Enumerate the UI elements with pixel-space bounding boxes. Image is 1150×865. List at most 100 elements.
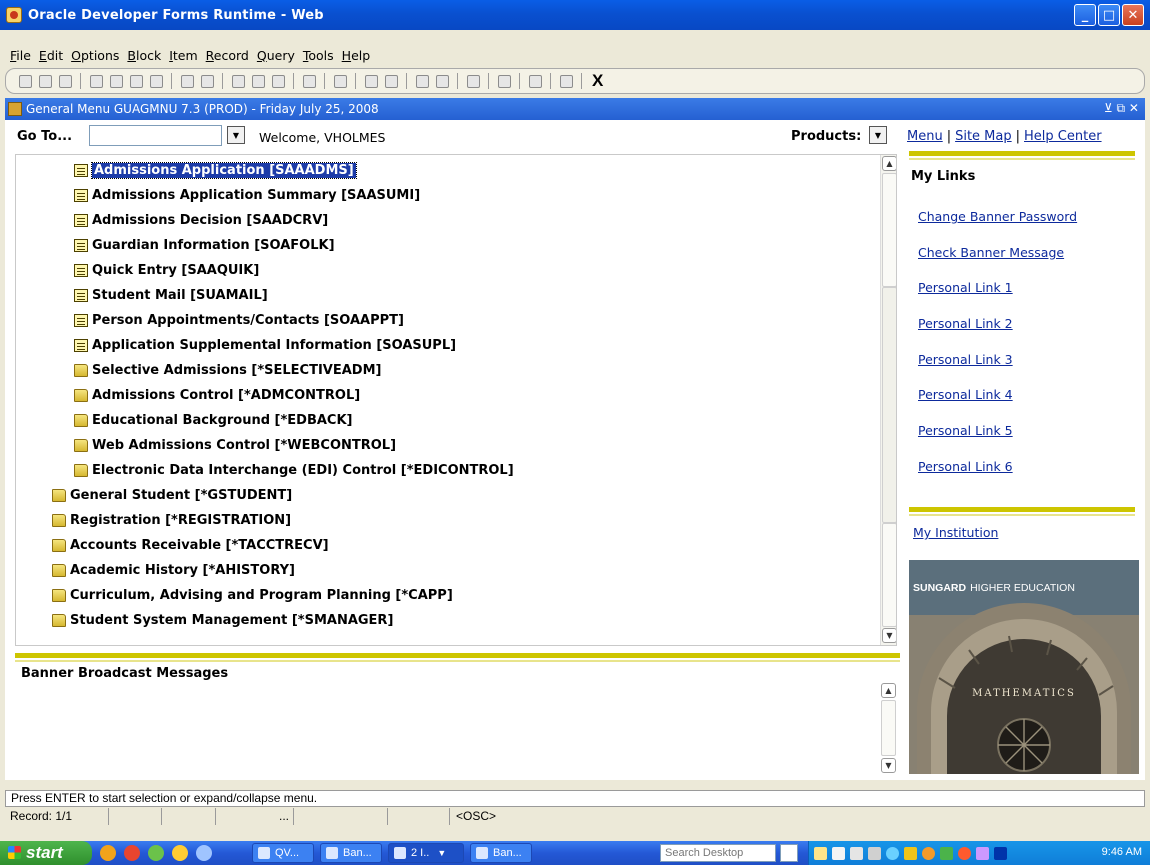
- taskbar-button[interactable]: 2 I.. ▼: [388, 843, 464, 863]
- tray-icon[interactable]: [958, 846, 971, 860]
- quicklaunch-icon[interactable]: [100, 845, 116, 861]
- tree-item-soasupl[interactable]: Application Supplemental Information [SO…: [74, 334, 456, 356]
- menu-record[interactable]: Record: [206, 48, 249, 63]
- tree-item-smanager[interactable]: Student System Management [*SMANAGER]: [52, 609, 393, 631]
- tree-item-edicontrol[interactable]: Electronic Data Interchange (EDI) Contro…: [74, 459, 514, 481]
- search-desktop-input[interactable]: Search Desktop: [660, 844, 776, 862]
- broadcast-scrollbar[interactable]: ▲ ▼: [880, 682, 898, 774]
- tree-button[interactable]: [433, 72, 451, 90]
- personal-link-5[interactable]: Personal Link 5: [918, 423, 1013, 438]
- menu-query[interactable]: Query: [257, 48, 295, 63]
- tray-icon[interactable]: [940, 846, 953, 860]
- remove-record-button[interactable]: [249, 72, 267, 90]
- print-button[interactable]: [331, 72, 349, 90]
- site-map-link[interactable]: Site Map: [955, 129, 1012, 144]
- print-page-button[interactable]: [56, 72, 74, 90]
- help-button[interactable]: [557, 72, 575, 90]
- my-institution-link[interactable]: My Institution: [913, 525, 998, 540]
- personal-link-4[interactable]: Personal Link 4: [918, 387, 1013, 402]
- change-password-link[interactable]: Change Banner Password: [918, 209, 1077, 224]
- scroll-down-button[interactable]: ▼: [882, 628, 896, 643]
- taskbar-button[interactable]: Ban...: [470, 843, 532, 863]
- menu-edit[interactable]: Edit: [39, 48, 63, 63]
- previous-block-button[interactable]: [87, 72, 105, 90]
- insert-record-button[interactable]: [229, 72, 247, 90]
- tray-icon[interactable]: [904, 846, 917, 860]
- tree-item-gstudent[interactable]: General Student [*GSTUDENT]: [52, 484, 292, 506]
- scroll-up-button[interactable]: ▲: [882, 156, 896, 171]
- menu-help[interactable]: Help: [342, 48, 371, 63]
- maximize-button[interactable]: □: [1098, 4, 1120, 26]
- tree-item-soaappt[interactable]: Person Appointments/Contacts [SOAAPPT]: [74, 309, 404, 331]
- save-button[interactable]: [16, 72, 34, 90]
- options-button[interactable]: [413, 72, 431, 90]
- personal-link-6[interactable]: Personal Link 6: [918, 459, 1013, 474]
- tree-item-saadcrv[interactable]: Admissions Decision [SAADCRV]: [74, 209, 328, 231]
- scroll-thumb[interactable]: [882, 287, 896, 523]
- menu-item[interactable]: Item: [169, 48, 197, 63]
- help-center-link[interactable]: Help Center: [1024, 129, 1102, 144]
- search-icon[interactable]: [780, 844, 798, 862]
- tree-scrollbar[interactable]: ▲ ▼: [880, 155, 896, 645]
- scroll-up-button[interactable]: ▲: [881, 683, 896, 698]
- tree-item-registration[interactable]: Registration [*REGISTRATION]: [52, 509, 291, 531]
- menu-options[interactable]: Options: [71, 48, 119, 63]
- close-button[interactable]: ✕: [1122, 4, 1144, 26]
- broadcast-messages[interactable]: ▲ ▼: [15, 682, 900, 778]
- personal-link-2[interactable]: Personal Link 2: [918, 316, 1013, 331]
- tree-item-soafolk[interactable]: Guardian Information [SOAFOLK]: [74, 234, 335, 256]
- tree-item-saaquik[interactable]: Quick Entry [SAAQUIK]: [74, 259, 259, 281]
- quicklaunch-icon[interactable]: [172, 845, 188, 861]
- tree-item-saaadms[interactable]: Admissions Application [SAAADMS]: [74, 159, 357, 181]
- tree-item-webcontrol[interactable]: Web Admissions Control [*WEBCONTROL]: [74, 434, 396, 456]
- exit-button[interactable]: X: [592, 71, 603, 91]
- tree-item-suamail[interactable]: Student Mail [SUAMAIL]: [74, 284, 268, 306]
- scroll-track-lower[interactable]: [882, 523, 896, 627]
- tray-icon[interactable]: [922, 846, 935, 860]
- goto-dropdown-button[interactable]: ▼: [227, 126, 245, 144]
- extract-button[interactable]: [362, 72, 380, 90]
- menu-file[interactable]: File: [10, 48, 31, 63]
- clear-record-button[interactable]: [269, 72, 287, 90]
- tree-item-admcontrol[interactable]: Admissions Control [*ADMCONTROL]: [74, 384, 360, 406]
- next-block-button[interactable]: [147, 72, 165, 90]
- tree-item-edback[interactable]: Educational Background [*EDBACK]: [74, 409, 353, 431]
- taskbar-button[interactable]: QV...: [252, 843, 314, 863]
- quicklaunch-icon[interactable]: [196, 845, 212, 861]
- bookmark-button[interactable]: [526, 72, 544, 90]
- taskbar-button[interactable]: Ban...: [320, 843, 382, 863]
- scroll-track-upper[interactable]: [882, 173, 896, 287]
- tree-item-ahistory[interactable]: Academic History [*AHISTORY]: [52, 559, 295, 581]
- scroll-down-button[interactable]: ▼: [881, 758, 896, 773]
- window-titlebar[interactable]: Oracle Developer Forms Runtime - Web _ □…: [0, 0, 1150, 30]
- tray-icon[interactable]: [994, 846, 1007, 860]
- extract-all-button[interactable]: [382, 72, 400, 90]
- tray-icon[interactable]: [814, 846, 827, 860]
- check-message-link[interactable]: Check Banner Message: [918, 245, 1064, 260]
- enter-query-button[interactable]: [178, 72, 196, 90]
- menu-tools[interactable]: Tools: [303, 48, 334, 63]
- menu-tree[interactable]: Admissions Application [SAAADMS] Admissi…: [15, 154, 897, 646]
- audio-button[interactable]: [464, 72, 482, 90]
- personal-link-1[interactable]: Personal Link 1: [918, 280, 1013, 295]
- quicklaunch-icon[interactable]: [124, 845, 140, 861]
- tree-item-capp[interactable]: Curriculum, Advising and Program Plannin…: [52, 584, 453, 606]
- tree-item-tacctrecv[interactable]: Accounts Receivable [*TACCTRECV]: [52, 534, 329, 556]
- scroll-thumb[interactable]: [881, 700, 896, 756]
- clear-form-button[interactable]: [300, 72, 318, 90]
- products-dropdown-button[interactable]: ▼: [869, 126, 887, 144]
- execute-query-button[interactable]: [198, 72, 216, 90]
- online-help-button[interactable]: [495, 72, 513, 90]
- tray-icon[interactable]: [850, 846, 863, 860]
- goto-input[interactable]: [89, 125, 222, 146]
- tray-icon[interactable]: [886, 846, 899, 860]
- menu-block[interactable]: Block: [127, 48, 161, 63]
- rollback-button[interactable]: [36, 72, 54, 90]
- next-record-button[interactable]: [127, 72, 145, 90]
- tree-item-saasumi[interactable]: Admissions Application Summary [SAASUMI]: [74, 184, 420, 206]
- tree-item-selectiveadm[interactable]: Selective Admissions [*SELECTIVEADM]: [74, 359, 381, 381]
- previous-record-button[interactable]: [107, 72, 125, 90]
- menu-link[interactable]: Menu: [907, 129, 943, 144]
- tray-icon[interactable]: [976, 846, 989, 860]
- minimize-button[interactable]: _: [1074, 4, 1096, 26]
